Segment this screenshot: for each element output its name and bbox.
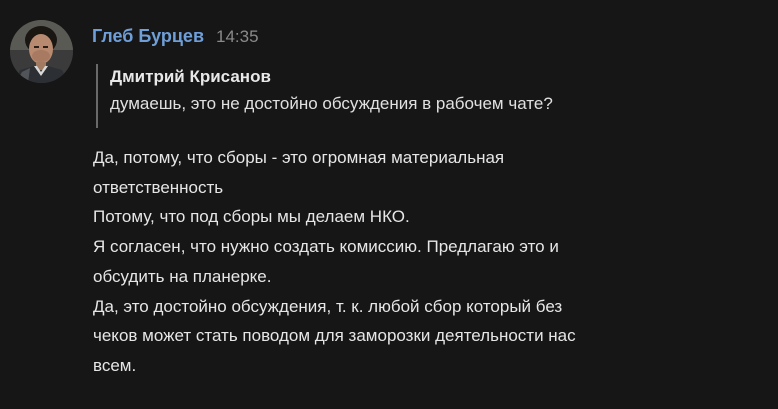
message-text-line: чеков может стать поводом для заморозки … (93, 326, 576, 346)
message-text-line: Да, это достойно обсуждения, т. к. любой… (93, 296, 563, 316)
user-avatar[interactable] (10, 20, 73, 83)
message-timestamp: 14:35 (216, 27, 259, 46)
message-text-line: ответственность (93, 177, 224, 197)
chat-message: Глеб Бурцев 14:35 Дмитрий Крисанов думае… (0, 0, 778, 409)
author-name[interactable]: Глеб Бурцев (92, 26, 204, 47)
reply-quote[interactable]: Дмитрий Крисанов думаешь, это не достойн… (96, 64, 736, 128)
message-text-line: обсудить на планерке. (93, 266, 272, 286)
reply-author-name: Дмитрий Крисанов (110, 67, 271, 86)
message-body: Да, потому, что сборы - это огромная мат… (93, 143, 763, 381)
message-text-line: всем. (93, 355, 137, 375)
avatar-photo-icon (10, 20, 73, 83)
message-header: Глеб Бурцев 14:35 (92, 26, 259, 52)
message-text-line: Я согласен, что нужно создать комиссию. … (93, 237, 559, 257)
message-text-line: Потому, что под сборы мы делаем НКО. (93, 207, 410, 227)
reply-quote-text: думаешь, это не достойно обсуждения в ра… (110, 94, 553, 113)
message-text-line: Да, потому, что сборы - это огромная мат… (93, 148, 505, 167)
